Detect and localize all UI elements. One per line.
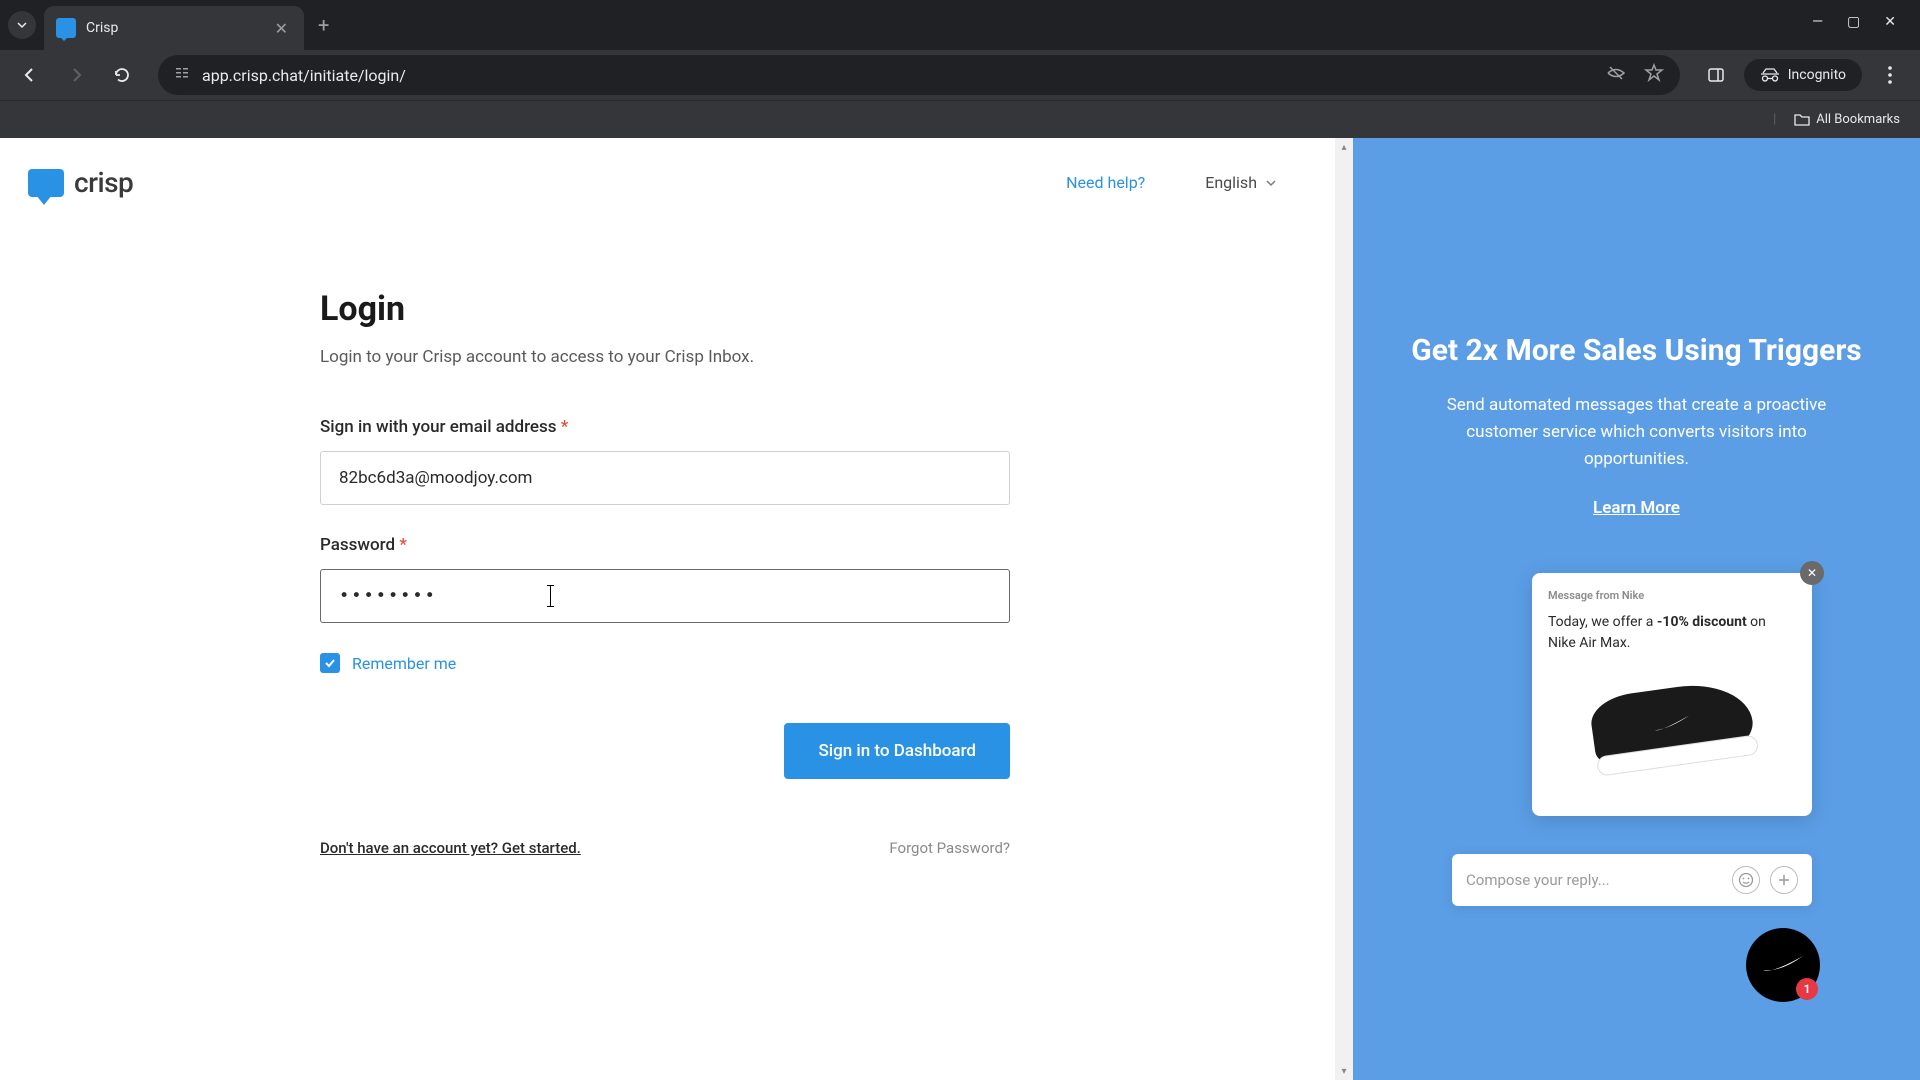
promo-body: Send automated messages that create a pr… <box>1353 392 1920 474</box>
crisp-logo-icon <box>28 169 64 197</box>
signin-button-row: Sign in to Dashboard <box>320 723 1010 779</box>
arrow-right-icon <box>67 66 85 84</box>
bottom-links: Don't have an account yet? Get started. … <box>320 839 1010 857</box>
bookmarks-bar: | All Bookmarks <box>0 100 1920 138</box>
new-tab-button[interactable]: + <box>304 5 343 45</box>
chat-message-text: Today, we offer a -10% discount on Nike … <box>1548 612 1796 654</box>
email-label: Sign in with your email address * <box>320 417 1010 437</box>
incognito-badge[interactable]: Incognito <box>1744 59 1862 91</box>
minimize-button[interactable]: — <box>1812 14 1823 30</box>
reload-button[interactable] <box>104 57 140 93</box>
crisp-logo-text: crisp <box>74 166 133 199</box>
checkmark-icon <box>323 656 337 670</box>
close-tab-button[interactable]: ✕ <box>271 17 292 40</box>
browser-tab[interactable]: Crisp ✕ <box>44 6 304 50</box>
password-field[interactable] <box>320 569 1010 623</box>
login-pane: crisp Need help? English Login Login to … <box>0 138 1335 1080</box>
crisp-favicon-icon <box>56 18 76 38</box>
promo-pane: Get 2x More Sales Using Triggers Send au… <box>1353 138 1920 1080</box>
chat-launcher-button[interactable]: 1 <box>1746 928 1820 1002</box>
all-bookmarks-button[interactable]: All Bookmarks <box>1794 112 1900 127</box>
remember-me-row: Remember me <box>320 653 1010 673</box>
learn-more-link[interactable]: Learn More <box>1353 498 1920 518</box>
chat-from-label: Message from Nike <box>1548 589 1796 602</box>
password-label: Password * <box>320 535 1010 555</box>
back-button[interactable] <box>12 57 48 93</box>
browser-menu-button[interactable] <box>1872 57 1908 93</box>
window-controls: — ▢ ✕ <box>1796 0 1912 44</box>
scroll-up-icon[interactable]: ▴ <box>1335 138 1353 156</box>
compose-placeholder: Compose your reply... <box>1466 871 1722 889</box>
site-settings-icon[interactable] <box>174 65 190 85</box>
text-cursor-icon <box>550 586 551 606</box>
plus-icon <box>1777 873 1791 887</box>
promo-title: Get 2x More Sales Using Triggers <box>1353 333 1920 368</box>
language-selector[interactable]: English <box>1205 173 1277 192</box>
crisp-logo[interactable]: crisp <box>28 166 133 199</box>
nike-swoosh-icon <box>1761 954 1805 976</box>
shoe-icon <box>1588 677 1756 769</box>
side-panel-button[interactable] <box>1698 57 1734 93</box>
maximize-button[interactable]: ▢ <box>1847 14 1860 30</box>
login-form: Login Login to your Crisp account to acc… <box>320 289 1010 857</box>
chevron-down-icon <box>1265 179 1277 187</box>
page-content: crisp Need help? English Login Login to … <box>0 138 1920 1080</box>
attach-button[interactable] <box>1770 866 1798 894</box>
close-chat-button[interactable]: ✕ <box>1800 561 1824 585</box>
login-subtitle: Login to your Crisp account to access to… <box>320 347 1010 367</box>
remember-me-label: Remember me <box>352 654 456 673</box>
language-label: English <box>1205 173 1257 192</box>
star-icon[interactable] <box>1644 63 1664 87</box>
emoji-button[interactable] <box>1732 866 1760 894</box>
app-header: crisp Need help? English <box>0 138 1335 199</box>
bookmarks-label: All Bookmarks <box>1816 112 1900 127</box>
url-text: app.crisp.chat/initiate/login/ <box>202 66 1594 85</box>
tab-title: Crisp <box>86 20 261 36</box>
browser-chrome: Crisp ✕ + — ▢ ✕ app.crisp.chat/initiate/… <box>0 0 1920 138</box>
address-bar[interactable]: app.crisp.chat/initiate/login/ <box>158 55 1680 95</box>
reload-icon <box>113 66 131 84</box>
side-panel-icon <box>1707 66 1725 84</box>
scrollbar[interactable]: ▴ ▾ <box>1335 138 1353 1080</box>
need-help-link[interactable]: Need help? <box>1066 173 1145 192</box>
nike-swoosh-icon <box>1651 713 1693 734</box>
login-title: Login <box>320 289 1010 329</box>
product-image <box>1582 668 1762 798</box>
incognito-label: Incognito <box>1788 67 1846 83</box>
separator: | <box>1773 112 1776 127</box>
email-field[interactable] <box>320 451 1010 505</box>
kebab-menu-icon <box>1888 66 1892 84</box>
eye-off-icon[interactable] <box>1606 63 1626 87</box>
remember-me-checkbox[interactable] <box>320 653 340 673</box>
compose-reply-bar[interactable]: Compose your reply... <box>1452 854 1812 906</box>
signin-button[interactable]: Sign in to Dashboard <box>784 723 1010 779</box>
arrow-left-icon <box>21 66 39 84</box>
tab-search-button[interactable] <box>8 11 36 39</box>
incognito-icon <box>1760 68 1780 82</box>
browser-toolbar: app.crisp.chat/initiate/login/ Incognito <box>0 50 1920 100</box>
smiley-icon <box>1738 872 1754 888</box>
scroll-down-icon[interactable]: ▾ <box>1335 1062 1353 1080</box>
close-window-button[interactable]: ✕ <box>1884 14 1896 30</box>
notification-badge: 1 <box>1796 978 1818 1000</box>
forward-button[interactable] <box>58 57 94 93</box>
tab-strip: Crisp ✕ + — ▢ ✕ <box>0 0 1920 50</box>
folder-icon <box>1794 113 1810 127</box>
chat-message-card: ✕ Message from Nike Today, we offer a -1… <box>1532 573 1812 816</box>
forgot-password-link[interactable]: Forgot Password? <box>889 839 1010 857</box>
chevron-down-icon <box>16 19 28 31</box>
header-right: Need help? English <box>1066 173 1307 192</box>
signup-link[interactable]: Don't have an account yet? Get started. <box>320 839 581 857</box>
